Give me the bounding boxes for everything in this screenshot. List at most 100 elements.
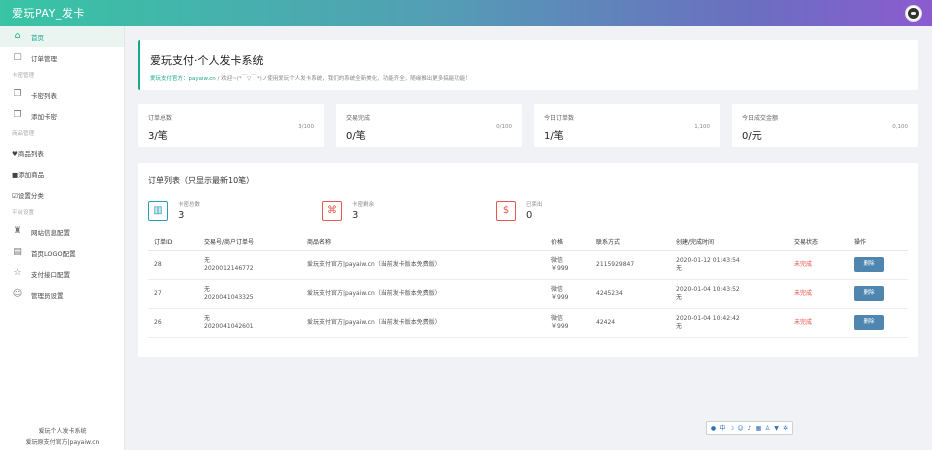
footer-line-1: 爱玩个人发卡系统	[38, 428, 87, 435]
tag-icon: ⌘	[322, 200, 342, 221]
shirt-icon[interactable]: ▼	[773, 425, 780, 432]
main-content: 爱玩支付·个人发卡系统 爱玩支付官方：payaiw.cn / 欢迎~(*￣▽￣*…	[138, 40, 918, 357]
nav-section-label: 商品管理	[12, 131, 35, 137]
price-price: ￥999	[551, 293, 569, 301]
orders-title: 订单列表（只显示最新10笔）	[148, 176, 255, 185]
zh-icon[interactable]: 中	[719, 425, 726, 432]
sidebar-item-label: 支付接口配置	[31, 270, 70, 279]
sidebar-item[interactable]: ❐ 卡密列表	[0, 84, 124, 105]
contact: 42424	[590, 308, 670, 338]
contact-contact: 4245234	[596, 289, 623, 297]
product-name: 爱玩支付官方|payaiw.cn（当前发卡版本免费版）	[301, 279, 545, 309]
add-card-icon: ❐	[13, 110, 22, 120]
trade-number-merchant_no: 2020012146772	[204, 264, 254, 272]
order-id: 27	[148, 279, 198, 309]
product-name-product: 爱玩支付官方|payaiw.cn（当前发卡版本免费版）	[307, 289, 441, 297]
sidebar-item[interactable]: ☆ 支付接口配置	[0, 263, 124, 284]
sidebar-item[interactable]: ☺ 管理员设置	[0, 284, 124, 305]
s-logo-icon[interactable]: ●	[710, 425, 717, 432]
summary-text: 卡密剩余 3	[352, 200, 374, 221]
sidebar-item[interactable]: ⌂ 首页	[0, 26, 124, 47]
sidebar-item[interactable]: ❐ 添加卡密	[0, 105, 124, 126]
delete-button[interactable]: 删除	[854, 315, 884, 330]
sidebar-item[interactable]: ■添加商品	[0, 163, 124, 184]
stat-card: 交易完成 0/笔 0/100	[336, 104, 522, 147]
status: 未完成	[788, 308, 848, 338]
product-name-product: 爱玩支付官方|payaiw.cn（当前发卡版本免费版）	[307, 260, 441, 268]
calendar-icon: ▢	[13, 52, 22, 62]
sidebar-item-label: 卡密列表	[31, 91, 57, 100]
column-header: 创建/完成时间	[670, 233, 788, 251]
status-status: 未完成	[794, 289, 813, 297]
sidebar-item[interactable]: ▢ 订单管理	[0, 47, 124, 68]
summary-text: 已卖出 0	[526, 200, 543, 221]
sidebar-item-label: 首页	[31, 33, 44, 42]
summary-item: $ 已卖出 0	[496, 200, 670, 221]
trade-number: 无 2020012146772	[198, 250, 301, 280]
contact: 4245234	[590, 279, 670, 309]
footer-line-2: 爱玩原支付官方|payaiw.cn	[25, 439, 100, 446]
time-created: 2020-01-04 10:42:42	[676, 314, 740, 322]
sidebar-item[interactable]: ▤ 首页LOGO配置	[0, 242, 124, 263]
sidebar-item[interactable]: ♥商品列表	[0, 142, 124, 163]
stat-value: 1/笔	[544, 131, 564, 142]
trade-number-merchant_no: 2020041043325	[204, 293, 254, 301]
page-title: 爱玩支付·个人发卡系统	[150, 54, 264, 67]
status: 未完成	[788, 250, 848, 280]
avatar-icon	[908, 7, 919, 19]
summary-label: 卡密总数	[178, 202, 201, 208]
breadcrumb-link[interactable]: 爱玩支付官方：payaiw.cn	[150, 76, 216, 82]
table-header: 订单ID 交易号/商户订单号 商品名称 价格 联系方式 创建/完成时间 交易状态 操作	[148, 233, 908, 251]
product-name-product: 爱玩支付官方|payaiw.cn（当前发卡版本免费版）	[307, 318, 441, 326]
mic-icon[interactable]: ♪	[746, 425, 753, 432]
user-avatar[interactable]	[905, 4, 922, 22]
sidebar-nav: ⌂ 首页 ▢ 订单管理 卡密管理 ❐ 卡密列表 ❐ 添加卡密 商品管理 ♥商品列表 ■添加商品 ☑设置分…	[0, 26, 124, 305]
stat-capacity: 0,100	[892, 124, 908, 130]
time: 2020-01-04 10:43:52 无	[670, 279, 788, 309]
column-header: 联系方式	[590, 233, 670, 251]
sidebar-item-label: 管理员设置	[31, 291, 64, 300]
sidebar-item[interactable]: ☑设置分类	[0, 184, 124, 205]
time: 2020-01-04 10:42:42 无	[670, 308, 788, 338]
price-price: ￥999	[551, 322, 569, 330]
orders-summary: ▥ 卡密总数 3 ⌘ 卡密剩余 3 $ 已卖出 0	[148, 200, 908, 221]
stat-label: 交易完成	[346, 115, 371, 122]
delete-button[interactable]: 删除	[854, 257, 884, 272]
top-bar: 爱玩PAY_发卡	[0, 0, 932, 26]
keyboard-icon[interactable]: ▦	[755, 425, 762, 432]
status-status: 未完成	[794, 260, 813, 268]
sidebar-item-label: 订单管理	[31, 54, 57, 63]
trade-number: 无 2020041043325	[198, 279, 301, 309]
stats-row: 订单总数 3/笔 3/100 交易完成 0/笔 0/100 今日订单数 1/笔 1,100 今日成…	[138, 104, 918, 147]
summary-value: 0	[526, 210, 533, 221]
order-id-id: 27	[154, 289, 162, 297]
stat-label: 订单总数	[148, 115, 173, 122]
price: 微信 ￥999	[545, 279, 590, 309]
orders-table: 订单ID 交易号/商户订单号 商品名称 价格 联系方式 创建/完成时间 交易状态 操作 28 无…	[148, 233, 908, 338]
stat-label: 今日成交金额	[742, 115, 779, 122]
sidebar-item[interactable]: ♜ 网站信息配置	[0, 221, 124, 242]
product-name: 爱玩支付官方|payaiw.cn（当前发卡版本免费版）	[301, 308, 545, 338]
tower-icon: ♜	[13, 226, 22, 236]
action-cell: 删除	[848, 308, 908, 338]
emoji-icon[interactable]: ☺	[737, 425, 744, 432]
order-id-id: 28	[154, 260, 162, 268]
price-price: ￥999	[551, 264, 569, 272]
sidebar-item-label: 首页LOGO配置	[31, 249, 76, 258]
delete-button[interactable]: 删除	[854, 286, 884, 301]
table-row: 28 无 2020012146772 爱玩支付官方|payaiw.cn（当前发卡版本免…	[148, 250, 908, 280]
cards-icon: ❐	[13, 89, 22, 99]
summary-label: 卡密剩余	[352, 202, 375, 208]
stat-card: 今日成交金额 0/元 0,100	[732, 104, 918, 147]
time-finished: 无	[676, 264, 683, 272]
person-icon[interactable]: ♙	[764, 425, 771, 432]
order-id: 28	[148, 250, 198, 280]
breadcrumb: 爱玩支付官方：payaiw.cn / 欢迎~(*￣▽￣*)ノ使用爱玩个人发卡系统…	[150, 74, 908, 82]
sidebar-footer: 爱玩个人发卡系统 爱玩原支付官方|payaiw.cn	[0, 426, 125, 448]
status: 未完成	[788, 279, 848, 309]
chart-icon: ▥	[148, 200, 168, 221]
moon-icon[interactable]: ☽	[728, 425, 735, 432]
sidebar-item-label: 添加卡密	[31, 112, 57, 121]
stat-capacity: 3/100	[298, 124, 314, 130]
gear-icon[interactable]: ✲	[782, 425, 789, 432]
